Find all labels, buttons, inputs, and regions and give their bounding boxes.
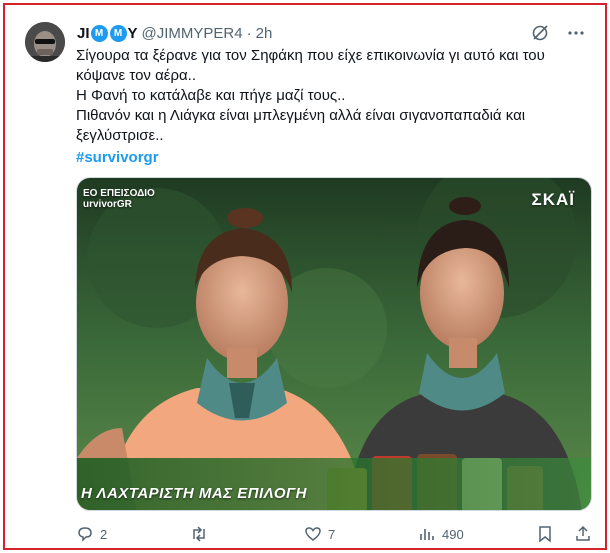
timestamp[interactable]: 2h — [256, 25, 273, 42]
grok-icon[interactable] — [531, 24, 549, 42]
reply-button[interactable]: 2 — [76, 525, 190, 543]
repost-button[interactable] — [190, 525, 304, 543]
separator-dot: · — [246, 24, 252, 42]
episode-overlay: ΕΟ ΕΠΕΙΣΟΔΙΟ urvivorGR — [83, 188, 155, 210]
name-emoji-m: M — [109, 24, 127, 42]
tweet-text: Σίγουρα τα ξέρανε για τον Σηφάκη που είχ… — [76, 46, 576, 168]
bookmark-icon[interactable] — [536, 525, 554, 543]
hashtag-link[interactable]: #survivorgr — [76, 148, 576, 168]
like-count: 7 — [328, 526, 336, 542]
action-right-group — [536, 525, 592, 543]
views-count: 490 — [442, 526, 464, 542]
views-icon — [418, 525, 436, 543]
like-icon — [304, 525, 322, 543]
tweet-card[interactable]: JI M M Y @JIMMYPER4 · 2h Σίγουρα τα ξέρα… — [3, 3, 607, 550]
display-name[interactable]: JI M M Y — [77, 24, 138, 42]
like-button[interactable]: 7 — [304, 525, 418, 543]
user-handle[interactable]: @JIMMYPER4 — [142, 25, 243, 42]
tweet-line: Πιθανόν και η Λιάγκα είναι μπλεγμένη αλλ… — [76, 107, 526, 144]
channel-logo: ΣΚΑΪ — [531, 190, 575, 209]
tweet-line: Σίγουρα τα ξέρανε για τον Σηφάκη που είχ… — [76, 47, 545, 84]
tweet-header: JI M M Y @JIMMYPER4 · 2h — [77, 22, 585, 44]
share-icon[interactable] — [574, 525, 592, 543]
tweet-line: Η Φανή το κατάλαβε και πήγε μαζί τους.. — [76, 87, 346, 104]
reply-count: 2 — [100, 526, 108, 542]
reply-icon — [76, 525, 94, 543]
action-bar: 2 7 490 — [76, 521, 592, 547]
more-icon[interactable] — [567, 24, 585, 42]
name-emoji-m: M — [90, 24, 108, 42]
tweet-media[interactable]: ΕΟ ΕΠΕΙΣΟΔΙΟ urvivorGR ΣΚΑΪ Η ΛΑΧΤΑΡΙΣΤΗ… — [76, 177, 592, 511]
media-banner: Η ΛΑΧΤΑΡΙΣΤΗ ΜΑΣ ΕΠΙΛΟΓΗ — [77, 458, 591, 510]
repost-icon — [190, 525, 208, 543]
views-button[interactable]: 490 — [418, 525, 532, 543]
avatar[interactable] — [25, 22, 65, 62]
banner-text: Η ΛΑΧΤΑΡΙΣΤΗ ΜΑΣ ΕΠΙΛΟΓΗ — [81, 485, 307, 502]
